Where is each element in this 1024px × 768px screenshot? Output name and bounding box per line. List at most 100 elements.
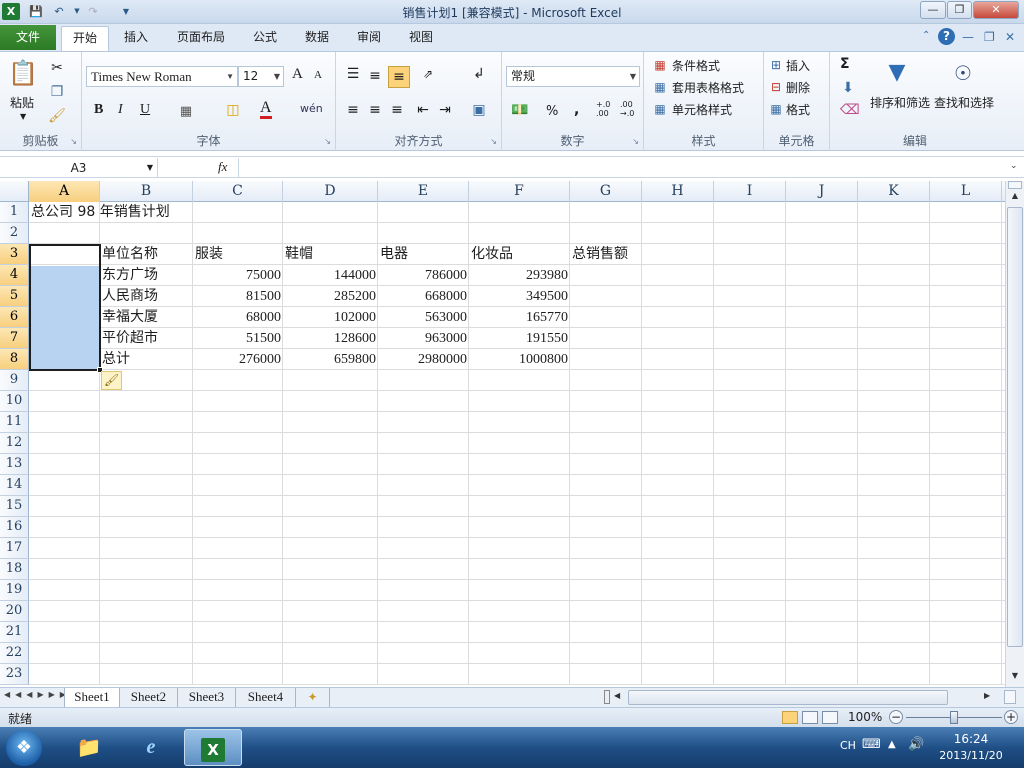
vertical-scrollbar[interactable]: ▲ ▼ [1005,181,1024,687]
conditional-format-icon[interactable]: ▦ [652,57,668,73]
font-name-dropdown-icon[interactable]: ▼ [226,67,234,86]
align-bottom-icon[interactable]: ≡ [388,66,410,88]
row-header-7[interactable]: 7 [0,328,29,349]
cell-b7[interactable]: 平价超市 [102,328,158,349]
column-header-j[interactable]: J [786,181,858,202]
shrink-font-button[interactable]: A [314,69,322,81]
volume-icon[interactable]: 🔊 [908,737,924,752]
sort-filter-button[interactable]: 排序和筛选 [870,94,930,111]
row-header-11[interactable]: 11 [0,412,29,433]
bold-button[interactable]: B [94,102,103,118]
cell-e8[interactable]: 2980000 [378,349,467,370]
help-icon[interactable]: ? [938,28,955,45]
cell-g3[interactable]: 总销售额 [572,244,628,265]
row-header-18[interactable]: 18 [0,559,29,580]
clipboard-dialog-launcher-icon[interactable]: ↘ [70,137,77,146]
tab-page-layout[interactable]: 页面布局 [170,26,232,51]
restore-button[interactable]: ❐ [947,1,972,19]
zoom-slider-thumb[interactable] [950,711,958,724]
column-header-g[interactable]: G [570,181,642,202]
show-hidden-icons-icon[interactable]: ▲ [888,739,896,750]
cell-d5[interactable]: 285200 [283,286,376,307]
number-dialog-launcher-icon[interactable]: ↘ [632,137,639,146]
row-header-8[interactable]: 8 [0,349,29,370]
cell-f3[interactable]: 化妆品 [471,244,513,265]
row-header-3[interactable]: 3 [0,244,29,265]
align-top-icon[interactable]: ☰ [344,66,362,82]
fill-icon[interactable]: ⬇ [840,80,856,96]
cell-b8[interactable]: 总计 [102,349,130,370]
find-select-icon[interactable]: ☉ [948,58,978,88]
ie-taskbar-icon[interactable]: e [122,729,180,766]
font-dialog-launcher-icon[interactable]: ↘ [324,137,331,146]
excel-taskbar-icon[interactable]: X [184,729,242,766]
font-size-dropdown-icon[interactable]: ▼ [274,67,280,86]
row-header-10[interactable]: 10 [0,391,29,412]
row-header-16[interactable]: 16 [0,517,29,538]
row-header-15[interactable]: 15 [0,496,29,517]
tab-formulas[interactable]: 公式 [246,26,284,51]
format-painter-icon[interactable]: 🖌 [48,108,66,124]
row-header-14[interactable]: 14 [0,475,29,496]
minimize-ribbon-icon[interactable]: ⌃ [922,30,930,41]
align-left-icon[interactable]: ≡ [344,102,362,118]
cell-d4[interactable]: 144000 [283,265,376,286]
cell-d3[interactable]: 鞋帽 [285,244,313,265]
delete-cells-button[interactable]: 删除 [786,79,810,96]
column-header-f[interactable]: F [469,181,570,202]
tab-split-handle[interactable] [604,690,610,704]
column-header-d[interactable]: D [283,181,378,202]
fill-color-icon[interactable]: ◫ [224,102,242,118]
select-all-corner[interactable] [0,181,29,202]
scroll-right-icon[interactable]: ▶ [984,691,990,700]
align-right-icon[interactable]: ≡ [388,102,406,118]
row-header-21[interactable]: 21 [0,622,29,643]
tab-home[interactable]: 开始 [61,26,109,51]
clock-time[interactable]: 16:24 [940,732,1002,746]
format-cells-button[interactable]: 格式 [786,101,810,118]
tab-file[interactable]: 文件 [0,25,56,50]
cell-c7[interactable]: 51500 [193,328,281,349]
vertical-scroll-thumb[interactable] [1007,207,1023,647]
cell-e4[interactable]: 786000 [378,265,467,286]
row-header-2[interactable]: 2 [0,223,29,244]
autosum-button[interactable]: Σ [840,56,850,72]
paste-icon[interactable]: 📋 [8,58,38,88]
font-color-button[interactable]: A [260,100,272,119]
cell-f6[interactable]: 165770 [469,307,568,328]
border-icon[interactable]: ▦ [178,104,194,120]
zoom-level-label[interactable]: 100% [848,710,882,724]
column-header-i[interactable]: I [714,181,786,202]
cell-e7[interactable]: 963000 [378,328,467,349]
cell-b6[interactable]: 幸福大厦 [102,307,158,328]
explorer-taskbar-icon[interactable]: 📁 [60,729,118,766]
phonetic-button[interactable]: wén [300,102,323,115]
row-header-4[interactable]: 4 [0,265,29,286]
insert-cells-icon[interactable]: ⊞ [768,57,784,73]
tab-insert[interactable]: 插入 [116,26,156,51]
paste-button[interactable]: 粘贴 [10,94,34,111]
format-as-table-icon[interactable]: ▦ [652,79,668,95]
increase-decimal-button[interactable]: +.0 .00 [596,100,618,118]
sheet-tab-2[interactable]: Sheet2 [120,688,178,707]
row-header-12[interactable]: 12 [0,433,29,454]
cell-styles-button[interactable]: 单元格样式 [672,101,732,118]
horizontal-scroll-thumb[interactable] [628,690,948,705]
tab-view[interactable]: 视图 [402,26,440,51]
scroll-up-icon[interactable]: ▲ [1006,191,1024,205]
split-box[interactable] [1008,181,1022,189]
comma-button[interactable]: , [574,102,579,118]
decrease-decimal-button[interactable]: .00 →.0 [620,100,642,118]
row-header-5[interactable]: 5 [0,286,29,307]
scroll-down-icon[interactable]: ▼ [1006,671,1024,685]
workbook-restore-icon[interactable]: ❐ [984,30,995,44]
align-middle-icon[interactable]: ≡ [366,68,384,84]
cell-d7[interactable]: 128600 [283,328,376,349]
cell-c3[interactable]: 服装 [195,244,223,265]
number-format-dropdown-icon[interactable]: ▼ [630,67,636,86]
column-header-b[interactable]: B [100,181,193,202]
close-button[interactable]: ✕ [973,1,1019,19]
normal-view-icon[interactable] [782,711,798,724]
column-header-e[interactable]: E [378,181,469,202]
row-header-23[interactable]: 23 [0,664,29,685]
